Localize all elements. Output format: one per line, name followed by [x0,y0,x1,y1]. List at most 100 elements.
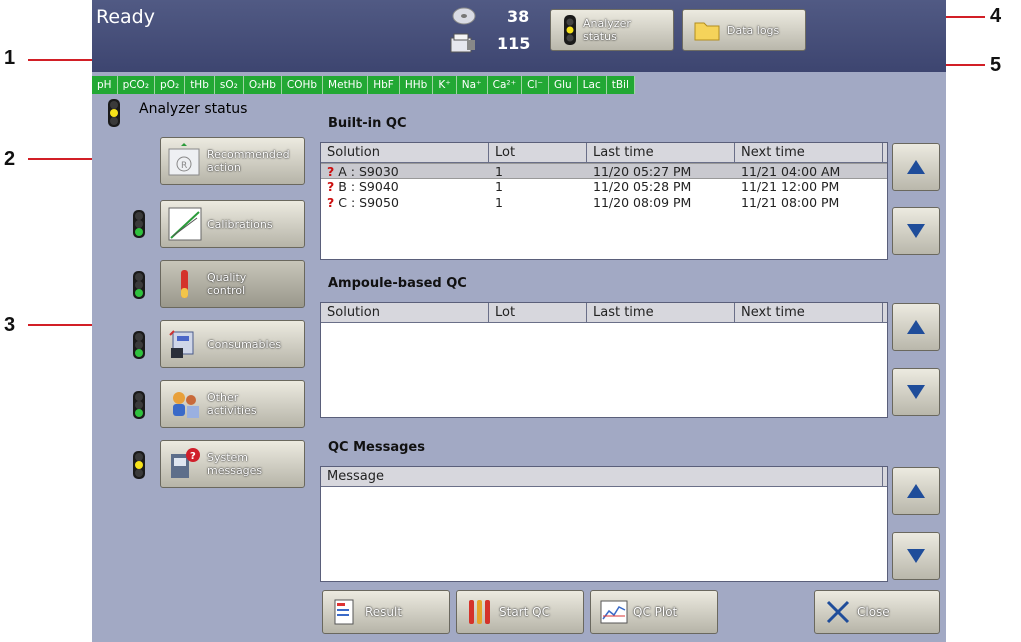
row-next-time: 11/21 12:00 PM [741,179,840,194]
column-solution: Solution [321,143,489,162]
close-label: Close [857,605,890,619]
consumables-label: Consumables [207,337,282,351]
svg-text:R: R [181,161,187,171]
traffic-light-icon [133,271,145,299]
arrow-up-icon [907,484,925,498]
system-messages-label: System messages [207,451,263,477]
traffic-light-icon [564,15,576,45]
qc-messages-header: Message [321,467,887,487]
qc-messages-scroll-down-button[interactable] [892,532,940,580]
ampoule-qc-scroll-up-button[interactable] [892,303,940,351]
parameter-tab: Glu [548,76,578,94]
start-qc-button[interactable]: Start QC [456,590,584,634]
qc-plot-button[interactable]: QC Plot [590,590,718,634]
row-solution: B : S9040 [338,179,399,194]
parameter-tab: HbF [368,76,400,94]
parameter-tab: pCO₂ [117,76,156,94]
builtin-qc-scroll-down-button[interactable] [892,207,940,255]
row-last-time: 11/20 08:09 PM [593,195,692,210]
quality-control-label: Quality control [207,271,247,297]
quality-control-button[interactable]: Quality control [160,260,305,308]
parameter-tab: Ca²⁺ [487,76,523,94]
row-lot: 1 [495,195,503,210]
qc-plot-label: QC Plot [633,605,678,619]
row-lot: 1 [495,179,503,194]
traffic-light-icon [133,451,145,479]
recommended-action-label: Recommended action [207,148,290,174]
close-button[interactable]: Close [814,590,940,634]
parameter-tab: MetHb [323,76,369,94]
disc-icon [452,7,476,25]
row-last-time: 11/20 05:28 PM [593,179,692,194]
column-last-time: Last time [587,303,735,322]
parameter-tab: Lac [577,76,607,94]
sidebar-title: Analyzer status [139,101,248,117]
builtin-qc-header: Solution Lot Last time Next time [321,143,887,163]
folder-icon [694,22,720,41]
parameter-tab: COHb [281,76,324,94]
callout-3: 3 [4,314,16,336]
result-label: Result [365,605,403,619]
parameter-tab: tHb [185,76,215,94]
system-messages-icon: ? [171,448,200,478]
parameter-tab: HHb [399,76,434,94]
question-icon: ? [327,164,335,179]
traffic-light-icon [133,391,145,419]
top-bar: Ready 38 115 Analyzer status Data logs [92,0,946,72]
other-activities-label: Other activities [207,391,257,417]
column-lot: Lot [489,303,587,322]
column-last-time: Last time [587,143,735,162]
result-report-icon [334,599,354,625]
consumables-icon [169,330,194,358]
svg-text:?: ? [190,451,196,462]
parameter-tab: pH [92,76,118,94]
parameter-tab: pO₂ [155,76,186,94]
ampoule-qc-table[interactable]: Solution Lot Last time Next time [320,302,888,418]
ampoule-qc-title: Ampoule-based QC [328,276,467,291]
callout-5: 5 [990,54,1002,76]
column-message: Message [321,467,883,486]
ampoule-qc-scroll-down-button[interactable] [892,368,940,416]
row-solution: A : S9030 [338,164,399,179]
close-icon [826,600,850,624]
column-next-time: Next time [735,303,883,322]
recommended-action-button[interactable]: R Recommended action [160,137,305,185]
calibrations-button[interactable]: Calibrations [160,200,305,248]
parameter-tab: K⁺ [433,76,457,94]
result-button[interactable]: Result [322,590,450,634]
qc-messages-table[interactable]: Message [320,466,888,582]
system-messages-button[interactable]: ? System messages [160,440,305,488]
arrow-up-icon [907,160,925,174]
parameter-tab: Na⁺ [456,76,488,94]
qc-ampoule-icon [181,270,188,298]
column-solution: Solution [321,303,489,322]
arrow-down-icon [907,549,925,563]
row-solution: C : S9050 [338,195,399,210]
analyzer-status-button[interactable]: Analyzer status [550,9,674,51]
builtin-qc-table[interactable]: Solution Lot Last time Next time ? A : S9… [320,142,888,260]
other-activities-button[interactable]: Other activities [160,380,305,428]
table-row[interactable]: ? A : S9030 1 11/20 05:27 PM 11/21 04:00 … [321,163,887,179]
column-lot: Lot [489,143,587,162]
parameter-tab: Cl⁻ [522,76,549,94]
data-logs-button[interactable]: Data logs [682,9,806,51]
ampoule-qc-header: Solution Lot Last time Next time [321,303,887,323]
row-lot: 1 [495,164,503,179]
arrow-down-icon [907,385,925,399]
qc-plot-icon [600,600,628,624]
table-row[interactable]: ? C : S9050 1 11/20 08:09 PM 11/21 08:00 … [321,195,887,211]
analyzer-status-label: Analyzer status [583,17,631,43]
traffic-light-icon [133,210,145,238]
callout-2: 2 [4,148,16,170]
counter-top: 38 [507,7,530,26]
parameter-tab: O₂Hb [243,76,282,94]
recommended-action-icon: R [168,143,200,176]
qc-messages-scroll-up-button[interactable] [892,467,940,515]
table-row[interactable]: ? B : S9040 1 11/20 05:28 PM 11/21 12:00 … [321,179,887,195]
parameter-tab: tBil [606,76,635,94]
builtin-qc-scroll-up-button[interactable] [892,143,940,191]
consumables-button[interactable]: Consumables [160,320,305,368]
calibration-chart-icon [168,207,202,241]
start-qc-ampoules-icon [469,600,490,624]
callout-4: 4 [990,5,1002,27]
